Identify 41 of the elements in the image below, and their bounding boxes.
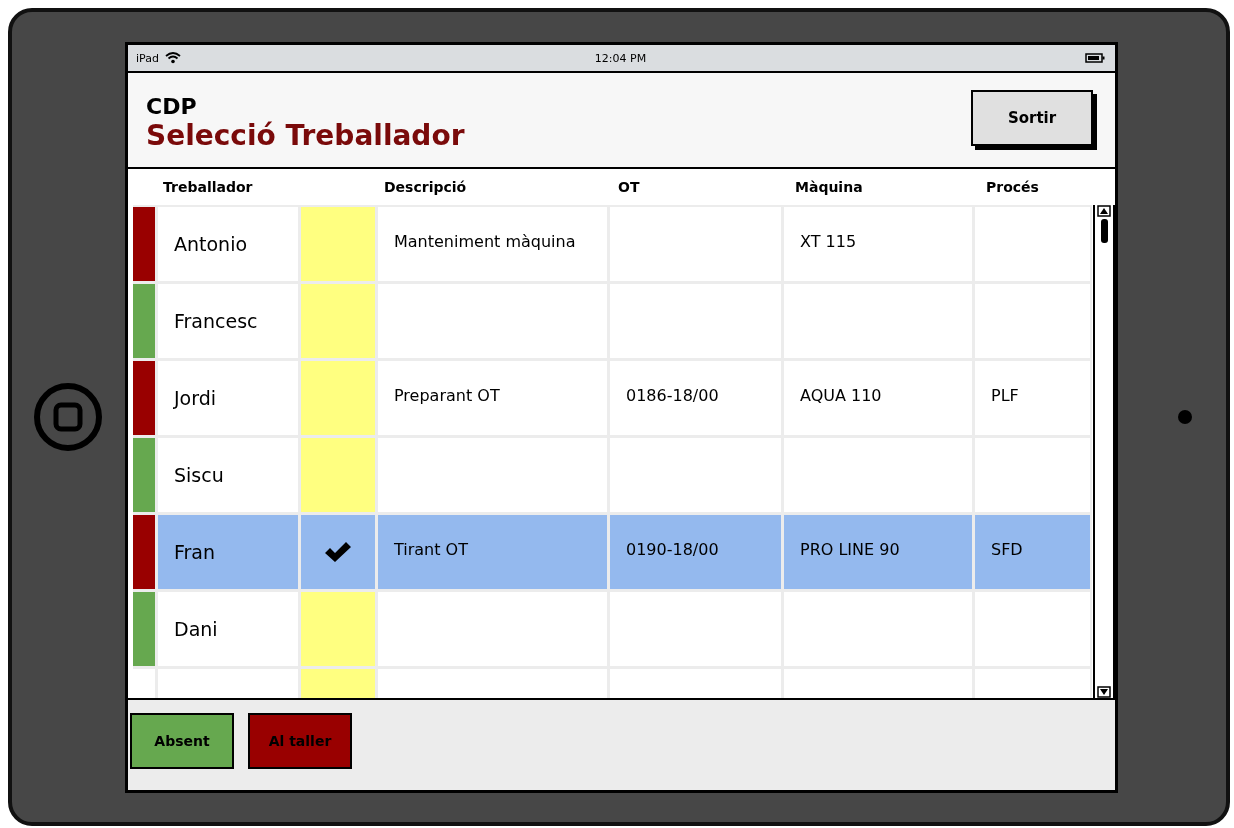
table-cell: AQUA 110 [784,361,972,435]
scroll-up-icon[interactable] [1097,205,1111,217]
checkmark-icon [323,540,353,564]
worker-name-cell[interactable]: Antonio [158,207,298,281]
column-header: Màquina [794,179,864,195]
column-header: Procés [985,179,1040,195]
column-header: Descripció [383,179,468,195]
table-cell: PLF [975,361,1090,435]
table-cell: SFD [975,515,1090,589]
selection-cell[interactable] [301,592,375,666]
wifi-icon [164,52,181,64]
device-name: iPad [136,51,159,65]
table-cell: Manteniment màquina [378,207,607,281]
table-cell: PRO LINE 90 [784,515,972,589]
scroll-down-icon[interactable] [1097,686,1111,698]
worker-name-cell[interactable]: Siscu [158,438,298,512]
selection-cell[interactable] [301,207,375,281]
table-cell: 0190-18/00 [610,515,781,589]
home-button-icon[interactable] [32,382,103,452]
worker-name-cell[interactable]: Francesc [158,284,298,358]
scrollbar[interactable] [1093,205,1115,698]
clock-time: 12:04 PM [594,51,647,65]
table-cell: 0186-18/00 [610,361,781,435]
battery-icon [1085,53,1105,63]
selection-cell[interactable] [301,284,375,358]
selection-cell[interactable] [301,515,375,589]
column-header: OT [617,179,641,195]
action-button[interactable]: Absent [130,713,234,769]
selection-cell[interactable] [301,438,375,512]
table-cell: Preparant OT [378,361,607,435]
table-cell: Tirant OT [378,515,607,589]
worker-name-cell[interactable]: Fran [158,515,298,589]
app-name: CDP [146,94,198,119]
table-cell: XT 115 [784,207,972,281]
worker-name-cell[interactable]: Jordi [158,361,298,435]
scroll-thumb[interactable] [1100,219,1108,243]
worker-name-cell[interactable]: Dani [158,592,298,666]
camera-icon [1178,410,1192,424]
selection-cell[interactable] [301,361,375,435]
page-title: Selecció Treballador [146,119,465,152]
column-header: Treballador [162,179,254,195]
